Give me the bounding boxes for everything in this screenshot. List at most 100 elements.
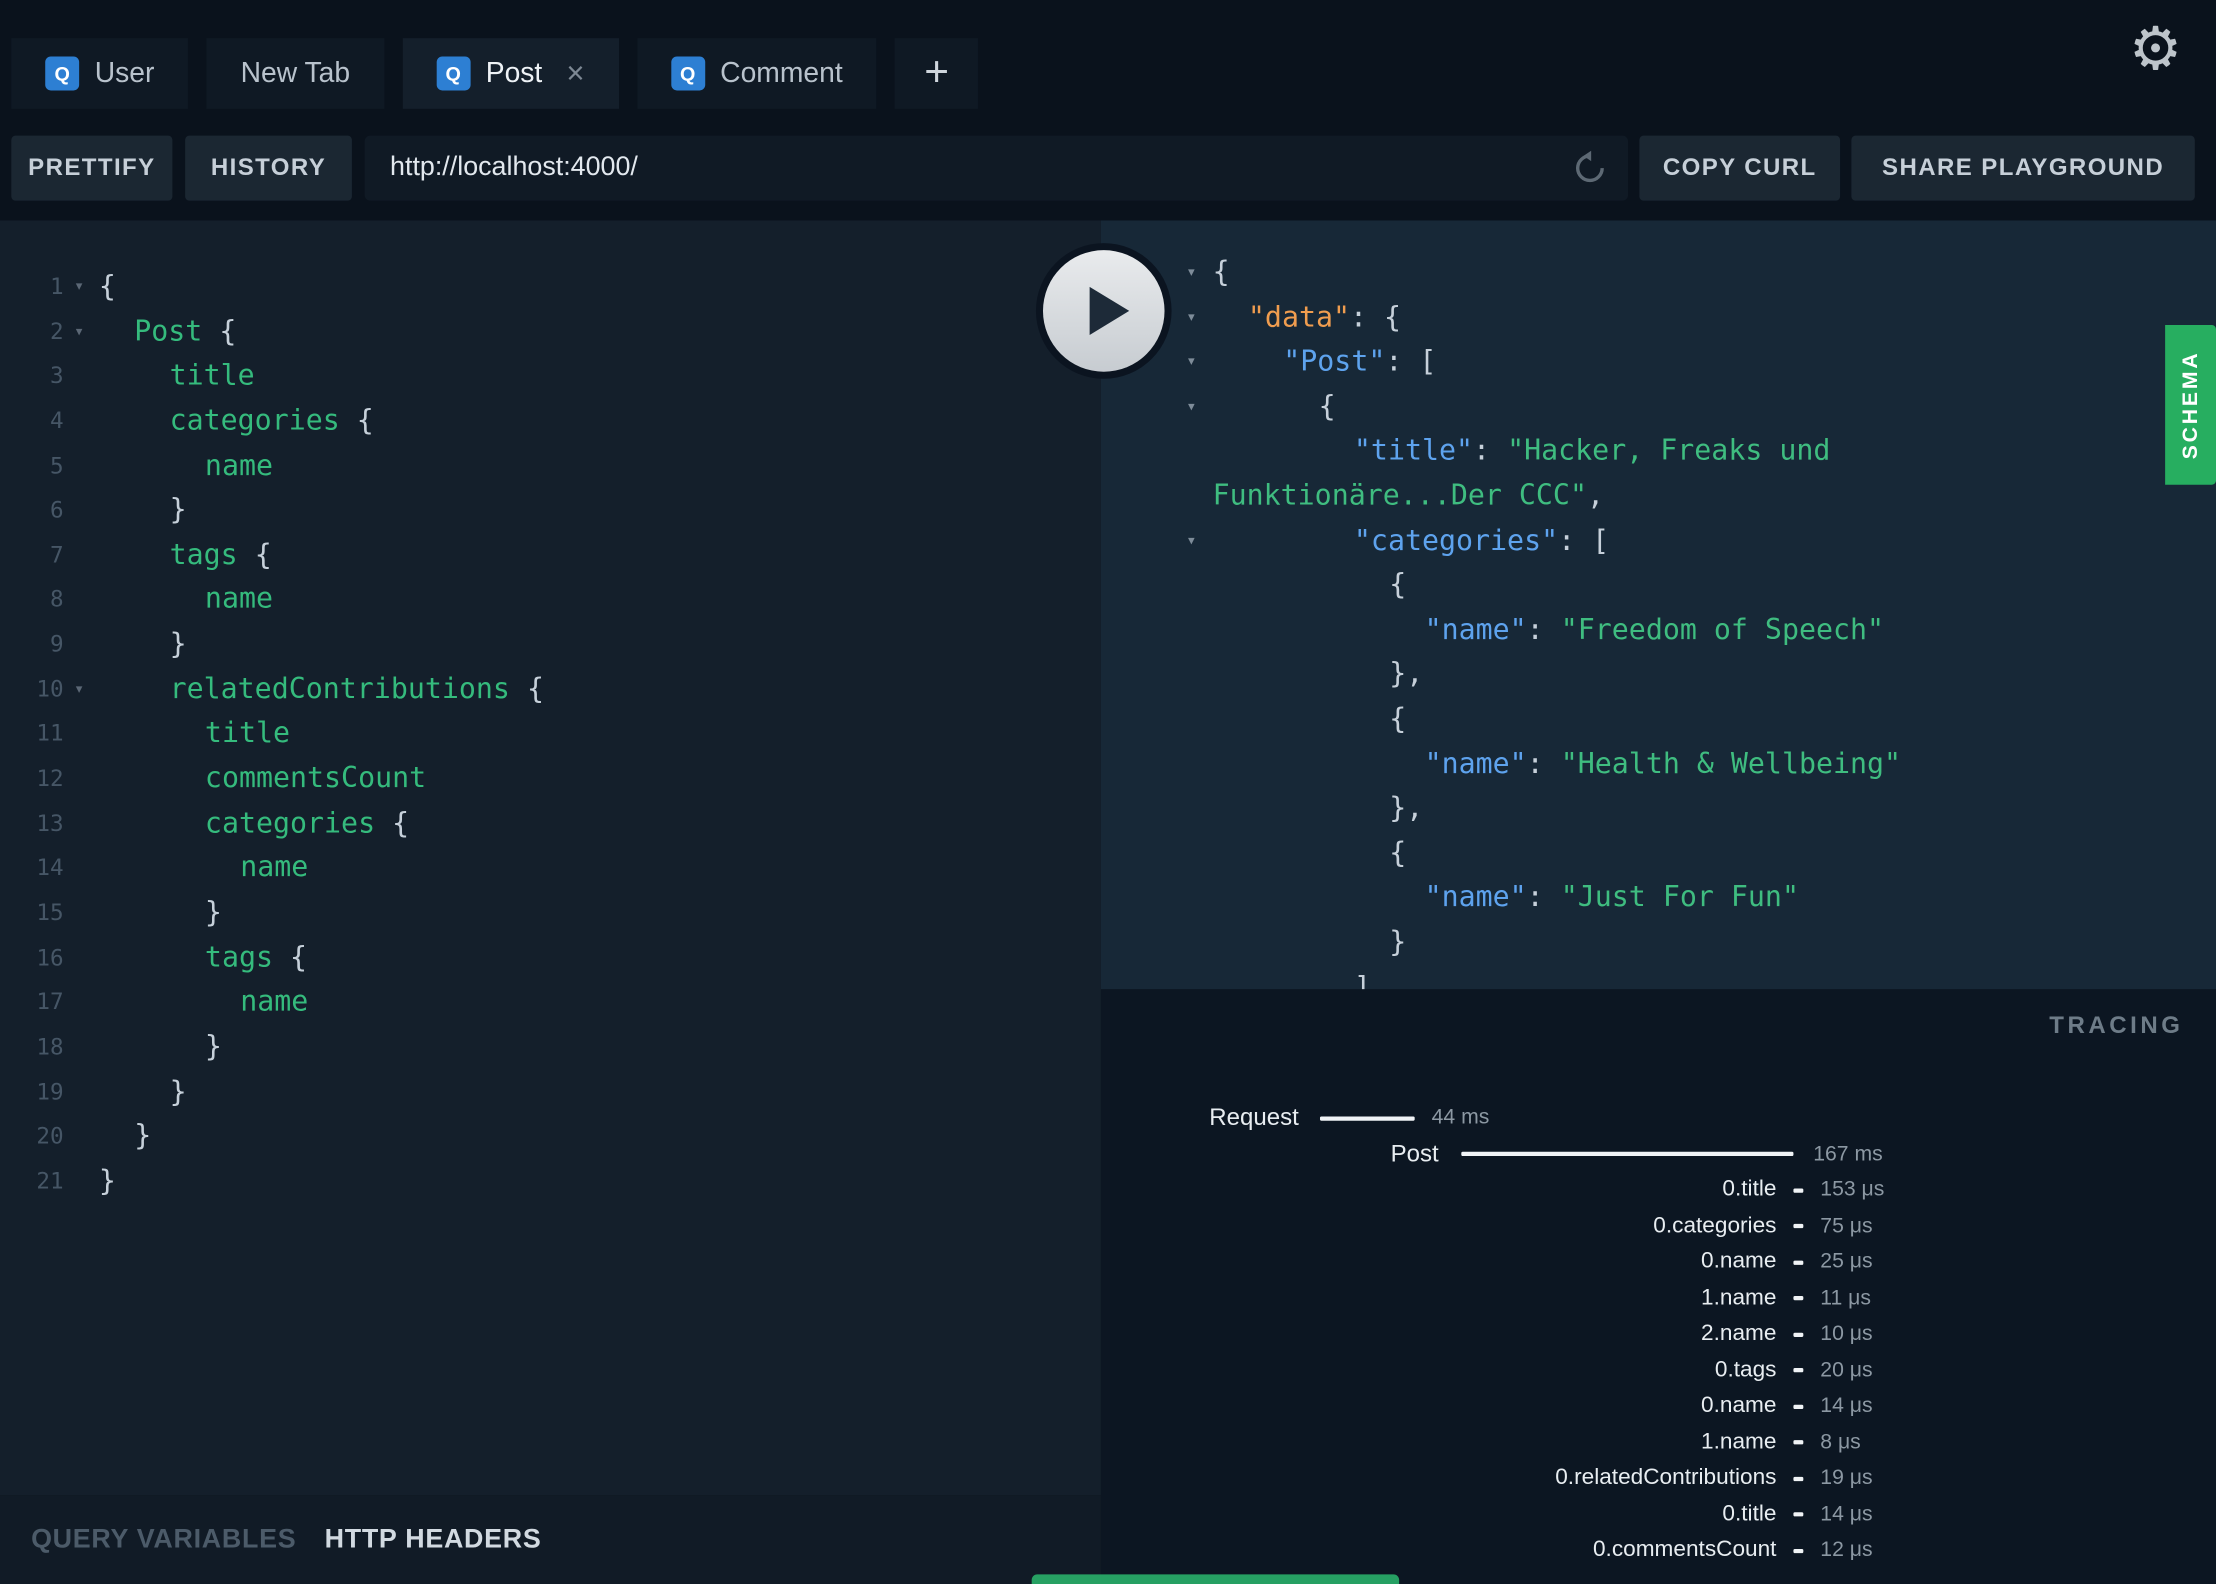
query-editor[interactable]: 1 ▾{2 ▾ Post {3 title 4 categories {5 name 6} 7 ta… bbox=[0, 220, 1101, 1203]
editor-footer: QUERY VARIABLES HTTP HEADERS bbox=[0, 1495, 1101, 1584]
tracing-label: 0.title bbox=[1722, 1501, 1777, 1526]
execute-query-button[interactable] bbox=[1035, 243, 1172, 379]
clipped-green-element bbox=[1031, 1574, 1400, 1584]
tracing-label: 0.name bbox=[1701, 1249, 1777, 1274]
line-number: 6 bbox=[49, 496, 64, 524]
code-text: "Post": [ bbox=[1101, 339, 2216, 384]
tab-label: New Tab bbox=[240, 57, 351, 89]
endpoint-url-input[interactable] bbox=[364, 152, 1572, 184]
tracing-label: 0.categories bbox=[1653, 1213, 1777, 1238]
code-text[interactable]: commentsCount bbox=[95, 756, 426, 801]
line-number: 18 bbox=[36, 1032, 64, 1060]
field-token: name bbox=[240, 983, 309, 1018]
fold-arrow-icon bbox=[64, 846, 95, 891]
code-text[interactable]: } bbox=[95, 1024, 222, 1069]
code-text[interactable]: } bbox=[95, 1114, 152, 1159]
history-button[interactable]: HISTORY bbox=[185, 135, 352, 201]
field-token: title bbox=[169, 357, 255, 392]
fold-arrow-icon[interactable]: ▾ bbox=[1180, 295, 1203, 340]
response-line: "name": "Just For Fun" bbox=[1101, 875, 2216, 920]
editor-line: 3 title bbox=[0, 354, 1101, 399]
tracing-duration-bar bbox=[1793, 1260, 1804, 1265]
new-tab-button[interactable]: + bbox=[894, 38, 979, 109]
response-line: } bbox=[1101, 920, 2216, 965]
punctuation-token: { bbox=[1389, 700, 1407, 735]
code-text[interactable]: tags { bbox=[95, 533, 272, 578]
code-text[interactable]: tags { bbox=[95, 935, 307, 980]
line-number: 5 bbox=[49, 451, 64, 479]
editor-line: 5 name bbox=[0, 443, 1101, 488]
line-number: 8 bbox=[49, 585, 64, 613]
key-token: "categories" bbox=[1353, 522, 1559, 557]
code-text[interactable]: } bbox=[95, 488, 187, 533]
schema-sidebar-tab[interactable]: SCHEMA bbox=[2165, 325, 2216, 485]
settings-gear-icon[interactable]: ⚙ bbox=[2129, 19, 2182, 79]
string-token: Funktionäre...Der CCC" bbox=[1212, 477, 1587, 512]
fold-arrow-icon[interactable]: ▾ bbox=[1180, 250, 1203, 295]
tab-post[interactable]: Q Post × bbox=[402, 38, 619, 109]
editor-line: 12 commentsCount bbox=[0, 756, 1101, 801]
punctuation-token: : [ bbox=[1385, 343, 1437, 378]
code-text: "categories": [ bbox=[1101, 518, 2216, 563]
code-text[interactable]: title bbox=[95, 354, 255, 399]
punctuation-token: { bbox=[237, 536, 272, 571]
code-text[interactable]: relatedContributions { bbox=[95, 667, 544, 712]
response-line: "name": "Health & Wellbeing" bbox=[1101, 741, 2216, 786]
code-text[interactable]: Post { bbox=[95, 309, 236, 354]
code-text[interactable]: categories { bbox=[95, 398, 374, 443]
fold-arrow-icon[interactable]: ▾ bbox=[64, 309, 95, 354]
code-text[interactable]: } bbox=[95, 1159, 116, 1204]
code-text[interactable]: name bbox=[95, 846, 308, 891]
punctuation-token: : [ bbox=[1558, 522, 1610, 557]
code-text[interactable]: name bbox=[95, 980, 309, 1025]
code-text[interactable]: categories { bbox=[95, 801, 409, 846]
editor-line: 13 categories { bbox=[0, 801, 1101, 846]
punctuation-token: } bbox=[134, 1118, 152, 1153]
tracing-title[interactable]: TRACING bbox=[2049, 1012, 2183, 1040]
share-playground-button[interactable]: SHARE PLAYGROUND bbox=[1851, 135, 2195, 201]
fold-arrow-icon bbox=[64, 443, 95, 488]
prettify-button[interactable]: PRETTIFY bbox=[11, 135, 173, 201]
tracing-row: 2.name 10 μs bbox=[1101, 1316, 2216, 1352]
fold-arrow-icon[interactable]: ▾ bbox=[64, 667, 95, 712]
punctuation-token: }, bbox=[1389, 790, 1424, 825]
fold-arrow-icon[interactable]: ▾ bbox=[1180, 384, 1203, 429]
close-tab-icon[interactable]: × bbox=[566, 57, 584, 89]
fold-arrow-icon bbox=[64, 398, 95, 443]
code-text[interactable]: } bbox=[95, 1069, 187, 1114]
query-editor-pane[interactable]: 1 ▾{2 ▾ Post {3 title 4 categories {5 name 6} 7 ta… bbox=[0, 220, 1101, 1496]
string-token: "Just For Fun" bbox=[1560, 879, 1799, 914]
tab-new-tab[interactable]: New Tab bbox=[206, 38, 384, 109]
response-line: ▾{ bbox=[1101, 384, 2216, 429]
tracing-time: 12 μs bbox=[1820, 1537, 1873, 1563]
code-text[interactable]: } bbox=[95, 622, 187, 667]
fold-arrow-icon[interactable]: ▾ bbox=[1180, 518, 1203, 563]
code-text[interactable]: name bbox=[95, 577, 273, 622]
response-line: { bbox=[1101, 831, 2216, 876]
fold-arrow-icon bbox=[64, 1024, 95, 1069]
http-headers-tab[interactable]: HTTP HEADERS bbox=[325, 1524, 542, 1555]
reload-icon[interactable] bbox=[1572, 150, 1609, 187]
query-variables-tab[interactable]: QUERY VARIABLES bbox=[31, 1524, 296, 1555]
code-text[interactable]: name bbox=[95, 443, 273, 488]
punctuation-token: ] bbox=[1353, 968, 1371, 990]
tab-comment[interactable]: Q Comment bbox=[636, 38, 877, 109]
code-text[interactable]: { bbox=[95, 264, 116, 309]
editor-line: 9} bbox=[0, 622, 1101, 667]
tracing-time: 8 μs bbox=[1820, 1429, 1861, 1454]
tracing-label: 2.name bbox=[1701, 1321, 1777, 1346]
fold-arrow-icon[interactable]: ▾ bbox=[1180, 339, 1203, 384]
tab-bar: Q User New Tab Q Post × Q Comment + ⚙ bbox=[0, 0, 2216, 109]
punctuation-token: { bbox=[1389, 566, 1407, 601]
tracing-time: 153 μs bbox=[1820, 1177, 1885, 1202]
code-text: { bbox=[1101, 831, 2216, 876]
query-badge-icon: Q bbox=[436, 56, 471, 91]
copy-curl-button[interactable]: COPY CURL bbox=[1639, 135, 1841, 201]
line-number: 2 bbox=[49, 317, 64, 345]
field-token: commentsCount bbox=[204, 760, 427, 795]
tab-user[interactable]: Q User bbox=[11, 38, 189, 109]
code-text: }, bbox=[1101, 786, 2216, 831]
code-text[interactable]: } bbox=[95, 890, 222, 935]
fold-arrow-icon[interactable]: ▾ bbox=[64, 264, 95, 309]
code-text[interactable]: title bbox=[95, 711, 290, 756]
